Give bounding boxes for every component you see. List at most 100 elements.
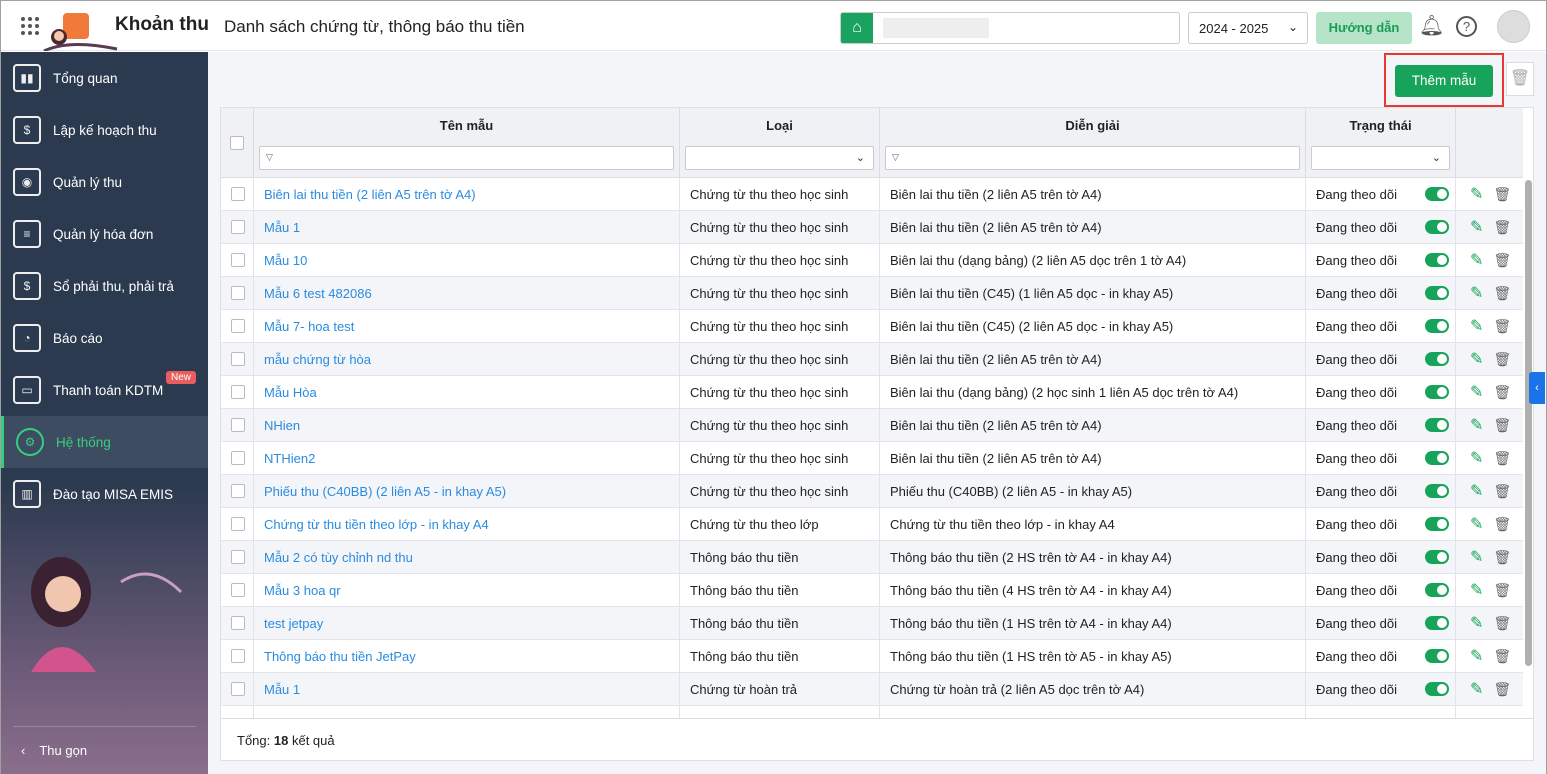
status-toggle[interactable] — [1425, 319, 1449, 333]
status-toggle[interactable] — [1425, 550, 1449, 564]
table-row[interactable]: test jetpay Thông báo thu tiền Thông báo t… — [221, 606, 1523, 640]
row-checkbox[interactable] — [231, 484, 245, 498]
status-toggle[interactable] — [1425, 451, 1449, 465]
row-checkbox[interactable] — [231, 583, 245, 597]
table-row[interactable]: Chứng từ thu tiền theo lớp - in khay A4 C… — [221, 507, 1523, 541]
template-name-link[interactable]: Thông báo thu tiền JetPay — [254, 639, 680, 673]
template-name-link[interactable] — [254, 705, 680, 718]
expand-panel-button[interactable]: ‹ — [1529, 372, 1545, 404]
select-all-checkbox[interactable] — [230, 136, 244, 150]
table-row[interactable]: Thông báo thu tiền JetPay Thông báo thu t… — [221, 639, 1523, 673]
template-name-link[interactable]: Mẫu 1 — [254, 210, 680, 244]
table-row[interactable]: Mẫu 7- hoa test Chứng từ thu theo học sin… — [221, 309, 1523, 343]
help-icon[interactable]: ? — [1456, 16, 1477, 37]
trash-icon[interactable]: 🗑︎ — [1493, 615, 1511, 632]
sidebar-item-5[interactable]: ◔ Báo cáo — [1, 312, 208, 364]
edit-pencil-icon[interactable]: ✎ — [1470, 547, 1483, 567]
guide-button[interactable]: Hướng dẫn — [1316, 12, 1412, 44]
sidebar-item-3[interactable]: ≡ Quản lý hóa đơn — [1, 208, 208, 260]
trash-icon[interactable]: 🗑︎ — [1493, 351, 1511, 368]
status-toggle[interactable] — [1425, 517, 1449, 531]
status-toggle[interactable] — [1425, 649, 1449, 663]
template-name-link[interactable]: Mẫu 2 có tùy chỉnh nd thu — [254, 540, 680, 574]
row-checkbox[interactable] — [231, 649, 245, 663]
delete-selected-button[interactable]: 🗑︎ — [1506, 62, 1534, 96]
trash-icon[interactable]: 🗑︎ — [1493, 186, 1511, 203]
template-name-link[interactable]: Phiếu thu (C40BB) (2 liên A5 - in khay A… — [254, 474, 680, 508]
sidebar-item-8[interactable]: ▥ Đào tạo MISA EMIS — [1, 468, 208, 520]
row-checkbox[interactable] — [231, 220, 245, 234]
row-checkbox[interactable] — [231, 616, 245, 630]
table-row[interactable]: Mẫu 10 Chứng từ thu theo học sinh Biên lai… — [221, 243, 1523, 277]
template-name-link[interactable]: Biên lai thu tiền (2 liên A5 trên tờ A4) — [254, 178, 680, 211]
table-row[interactable]: Biên lai thu tiền (2 liên A5 trên tờ A4)… — [221, 178, 1523, 211]
template-name-link[interactable]: mẫu chứng từ hòa — [254, 342, 680, 376]
add-template-button[interactable]: Thêm mẫu — [1395, 65, 1493, 97]
table-row[interactable]: mẫu chứng từ hòa Chứng từ thu theo học si… — [221, 342, 1523, 376]
status-toggle[interactable] — [1425, 220, 1449, 234]
template-name-link[interactable]: Mẫu 1 — [254, 672, 680, 706]
trash-icon[interactable]: 🗑︎ — [1493, 417, 1511, 434]
template-name-link[interactable]: NHien — [254, 408, 680, 442]
row-checkbox[interactable] — [231, 319, 245, 333]
trash-icon[interactable]: 🗑︎ — [1493, 549, 1511, 566]
table-row[interactable]: Phiếu thu (C40BB) (2 liên A5 - in khay A… — [221, 474, 1523, 508]
table-row[interactable]: Mẫu 2 có tùy chỉnh nd thu Thông báo thu t… — [221, 540, 1523, 574]
row-checkbox[interactable] — [231, 352, 245, 366]
trash-icon[interactable]: 🗑︎ — [1493, 285, 1511, 302]
status-toggle[interactable] — [1425, 352, 1449, 366]
table-row[interactable]: Mẫu 1 Chứng từ hoàn trả Chứng từ hoàn trả … — [221, 672, 1523, 706]
trash-icon[interactable]: 🗑︎ — [1493, 483, 1511, 500]
table-row[interactable] — [221, 705, 1523, 718]
trash-icon[interactable]: 🗑︎ — [1493, 450, 1511, 467]
trash-icon[interactable]: 🗑︎ — [1493, 384, 1511, 401]
edit-pencil-icon[interactable]: ✎ — [1470, 250, 1483, 270]
table-row[interactable]: Mẫu 3 hoa qr Thông báo thu tiền Thông báo … — [221, 573, 1523, 607]
edit-pencil-icon[interactable]: ✎ — [1470, 415, 1483, 435]
table-row[interactable]: NTHien2 Chứng từ thu theo học sinh Biên la… — [221, 441, 1523, 475]
edit-pencil-icon[interactable]: ✎ — [1470, 580, 1483, 600]
row-checkbox[interactable] — [231, 385, 245, 399]
row-checkbox[interactable] — [231, 682, 245, 696]
collapse-sidebar-button[interactable]: ‹ Thu gọn — [13, 726, 196, 774]
edit-pencil-icon[interactable]: ✎ — [1470, 646, 1483, 666]
template-name-link[interactable]: Mẫu 6 test 482086 — [254, 276, 680, 310]
school-year-select[interactable]: 2024 - 2025 ⌄ — [1188, 12, 1308, 44]
edit-pencil-icon[interactable]: ✎ — [1470, 382, 1483, 402]
edit-pencil-icon[interactable]: ✎ — [1470, 283, 1483, 303]
row-checkbox[interactable] — [231, 253, 245, 267]
name-filter-input[interactable]: ▽ — [259, 146, 674, 170]
app-grid-icon[interactable] — [21, 17, 39, 35]
sidebar-item-2[interactable]: ◉ Quản lý thu — [1, 156, 208, 208]
row-checkbox[interactable] — [231, 517, 245, 531]
trash-icon[interactable]: 🗑︎ — [1493, 681, 1511, 698]
edit-pencil-icon[interactable]: ✎ — [1470, 184, 1483, 204]
sidebar-item-4[interactable]: $ Sổ phải thu, phải trả — [1, 260, 208, 312]
row-checkbox[interactable] — [231, 286, 245, 300]
row-checkbox[interactable] — [231, 451, 245, 465]
edit-pencil-icon[interactable]: ✎ — [1470, 514, 1483, 534]
table-row[interactable]: Mẫu Hòa Chứng từ thu theo học sinh Biên la… — [221, 375, 1523, 409]
edit-pencil-icon[interactable]: ✎ — [1470, 349, 1483, 369]
sidebar-item-7[interactable]: ⚙ Hệ thống — [1, 416, 208, 468]
status-toggle[interactable] — [1425, 187, 1449, 201]
description-filter-input[interactable]: ▽ — [885, 146, 1300, 170]
edit-pencil-icon[interactable]: ✎ — [1470, 679, 1483, 699]
table-row[interactable]: Mẫu 1 Chứng từ thu theo học sinh Biên lai … — [221, 210, 1523, 244]
trash-icon[interactable]: 🗑︎ — [1493, 516, 1511, 533]
school-selector[interactable]: ⌂ — [840, 12, 1180, 44]
trash-icon[interactable]: 🗑︎ — [1493, 219, 1511, 236]
template-name-link[interactable]: Mẫu 7- hoa test — [254, 309, 680, 343]
avatar[interactable] — [1497, 10, 1530, 43]
status-filter-select[interactable]: ⌄ — [1311, 146, 1450, 170]
type-filter-select[interactable]: ⌄ — [685, 146, 874, 170]
trash-icon[interactable]: 🗑︎ — [1493, 648, 1511, 665]
status-toggle[interactable] — [1425, 286, 1449, 300]
trash-icon[interactable]: 🗑︎ — [1493, 318, 1511, 335]
edit-pencil-icon[interactable]: ✎ — [1470, 448, 1483, 468]
bell-icon[interactable]: 🔔︎ — [1419, 14, 1444, 38]
edit-pencil-icon[interactable]: ✎ — [1470, 316, 1483, 336]
edit-pencil-icon[interactable]: ✎ — [1470, 613, 1483, 633]
status-toggle[interactable] — [1425, 583, 1449, 597]
status-toggle[interactable] — [1425, 418, 1449, 432]
